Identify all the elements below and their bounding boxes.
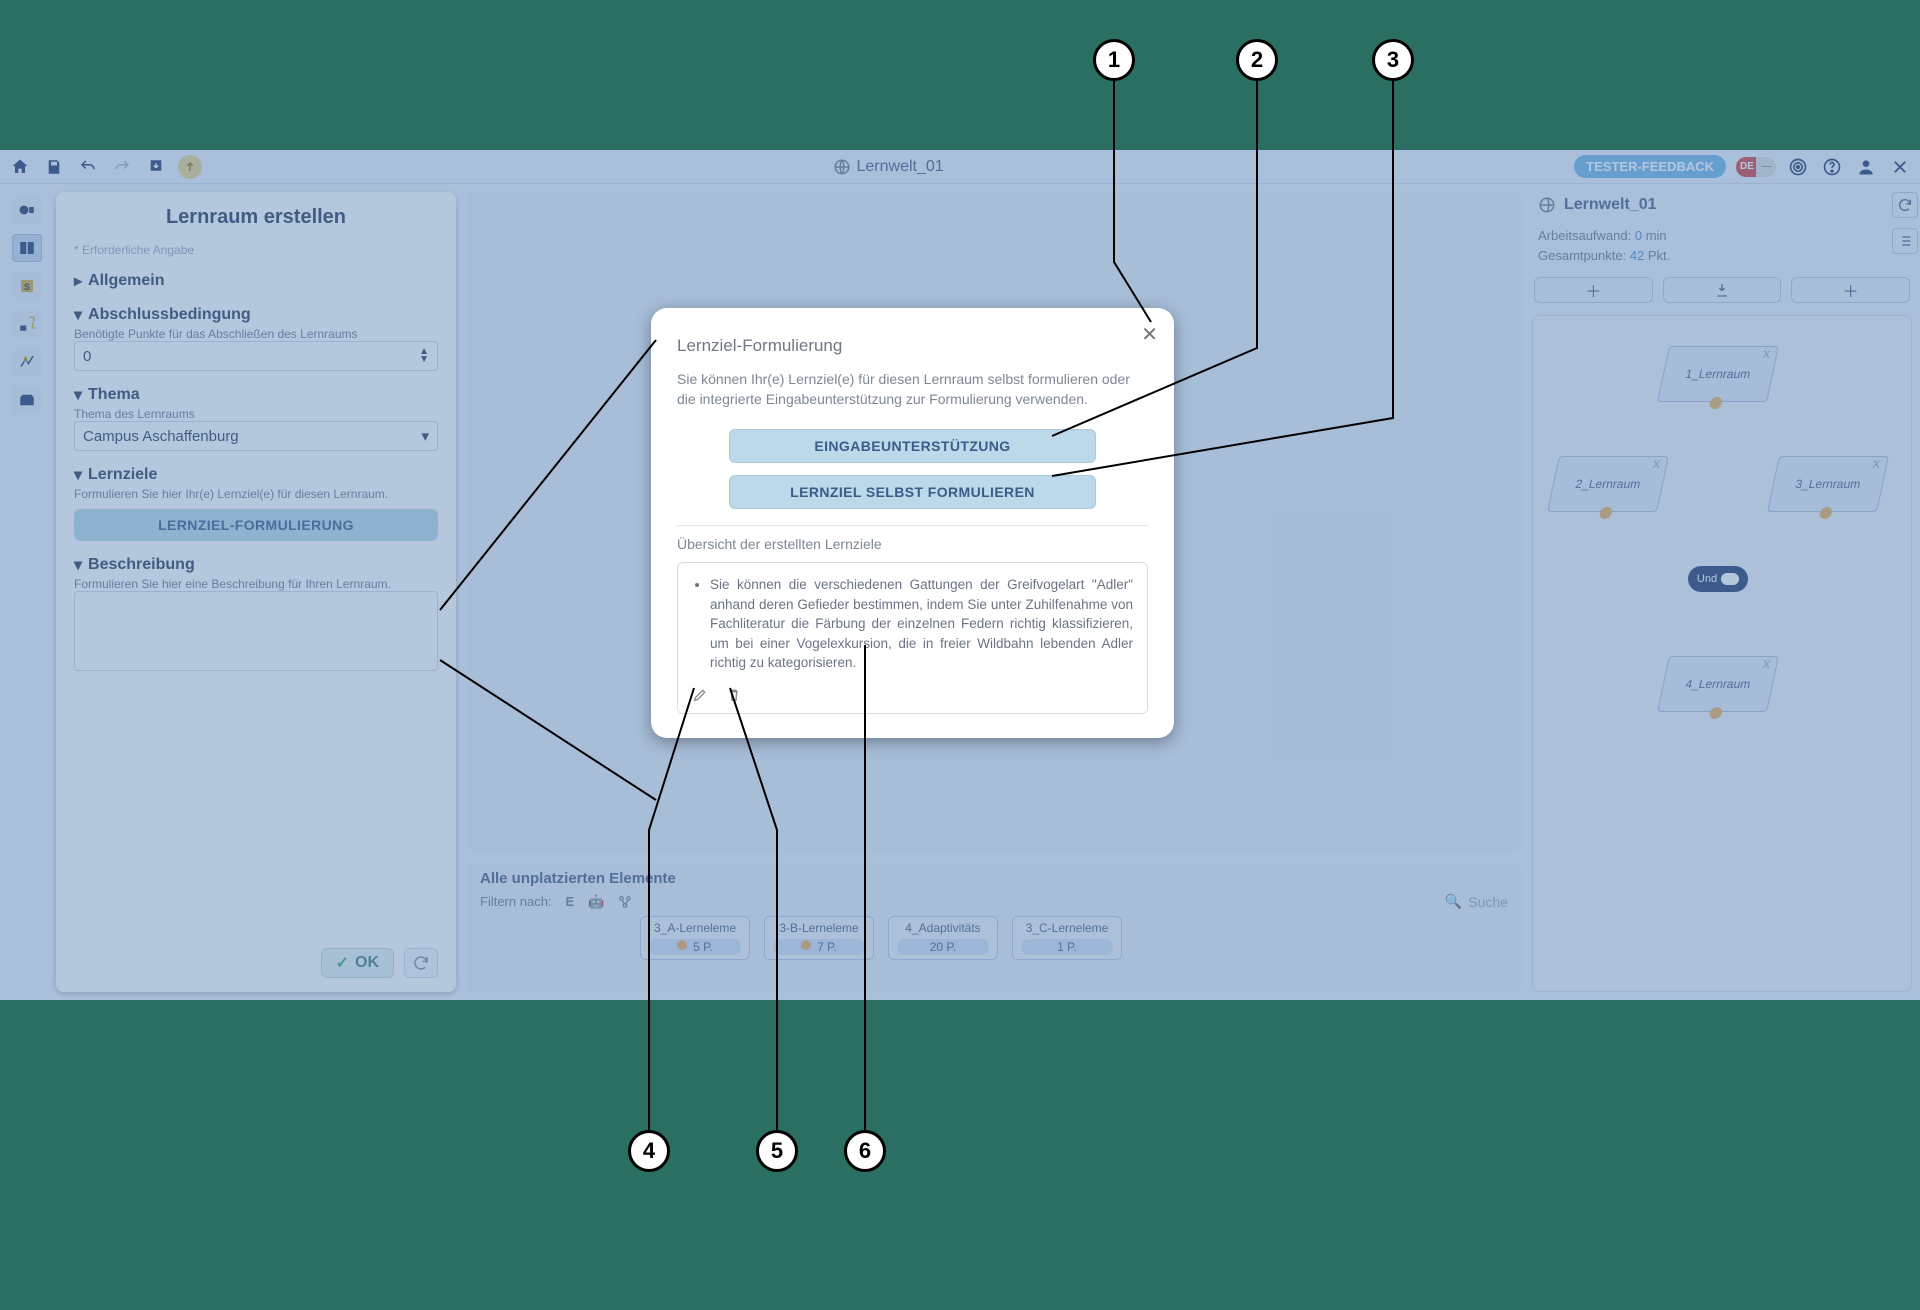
rail-archive-icon[interactable] (12, 386, 42, 414)
right-rail-refresh-icon[interactable] (1892, 192, 1918, 218)
callout-badge-6: 6 (844, 1130, 886, 1172)
section-theme[interactable]: ▾ Thema (74, 385, 438, 405)
unplaced-chip[interactable]: 3-B-Lerneleme 7 P. (764, 916, 874, 960)
user-icon[interactable] (1854, 155, 1878, 179)
svg-text:L: L (32, 322, 37, 331)
ok-button[interactable]: ✓ OK (321, 948, 394, 978)
theme-select[interactable]: Campus Aschaffenburg ▾ (74, 421, 438, 451)
section-description-sub: Formulieren Sie hier eine Beschreibung f… (74, 577, 438, 591)
topbar: Lernwelt_01 TESTER-FEEDBACK DE— (0, 150, 1920, 184)
modal-close-button[interactable]: ✕ (1141, 322, 1158, 347)
globe-icon (1538, 196, 1556, 214)
close-icon[interactable] (1888, 155, 1912, 179)
goal-modal: ✕ Lernziel-Formulierung Sie können Ihr(e… (651, 308, 1174, 738)
section-description[interactable]: ▾ Beschreibung (74, 555, 438, 575)
graph-node[interactable]: 2_LernraumX (1547, 456, 1669, 512)
points-input[interactable]: 0 ▲▼ (74, 341, 438, 371)
section-theme-sub: Thema des Lernraums (74, 407, 438, 421)
rail-room-icon[interactable] (12, 234, 42, 262)
home-icon[interactable] (8, 155, 32, 179)
svg-text:A: A (23, 355, 29, 364)
graph-add2-button[interactable]: ＋ (1791, 277, 1910, 303)
left-rail: S L A (8, 192, 46, 992)
unplaced-chips: 3_A-Lerneleme 5 P. 3-B-Lerneleme 7 P. 4_… (480, 916, 1508, 960)
graph-node[interactable]: 1_LernraumX (1657, 346, 1779, 402)
world-title: Lernwelt_01 (833, 158, 944, 176)
modal-title: Lernziel-Formulierung (677, 336, 1148, 356)
target-icon[interactable] (1786, 155, 1810, 179)
callout-badge-4: 4 (628, 1130, 670, 1172)
upload-icon[interactable] (178, 155, 202, 179)
section-general[interactable]: ▸ Allgemein (74, 271, 438, 291)
section-condition-sub: Benötigte Punkte für das Abschließen des… (74, 327, 438, 341)
search-icon: 🔍 (1445, 893, 1462, 910)
graph-import-button[interactable] (1663, 277, 1782, 303)
section-goals[interactable]: ▾ Lernziele (74, 465, 438, 485)
tester-feedback-button[interactable]: TESTER-FEEDBACK (1574, 155, 1726, 178)
chevron-right-icon: ▸ (74, 271, 82, 291)
filter-icon-branch[interactable] (618, 895, 632, 909)
save-icon[interactable] (42, 155, 66, 179)
rail-story-icon[interactable]: S (12, 272, 42, 300)
graph-add-button[interactable]: ＋ (1534, 277, 1653, 303)
unplaced-heading: Alle unplatzierten Elemente (480, 870, 1508, 887)
redo-icon[interactable] (110, 155, 134, 179)
language-badge[interactable]: DE— (1736, 157, 1776, 177)
goal-example-text: Sie können die verschiedenen Gattungen d… (710, 575, 1133, 673)
callout-badge-3: 3 (1372, 39, 1414, 81)
callout-badge-2: 2 (1236, 39, 1278, 81)
assist-button[interactable]: EINGABEUNTERSTÜTZUNG (729, 429, 1096, 463)
graph-canvas[interactable]: 1_LernraumX 2_LernraumX 3_LernraumX Und … (1532, 315, 1912, 992)
goals-formulation-button[interactable]: LERNZIEL-FORMULIERUNG (74, 509, 438, 541)
graph-hub[interactable]: Und (1688, 566, 1748, 592)
graph-node[interactable]: 3_LernraumX (1767, 456, 1889, 512)
undo-icon[interactable] (76, 155, 100, 179)
goal-example-box: Sie können die verschiedenen Gattungen d… (677, 562, 1148, 714)
rail-adaptivity-icon[interactable]: A (12, 348, 42, 376)
chevron-down-icon: ▾ (74, 305, 82, 325)
unplaced-search[interactable]: 🔍 Suche (1445, 893, 1508, 910)
trash-icon[interactable] (726, 687, 742, 703)
graph-node[interactable]: 4_LernraumX (1657, 656, 1779, 712)
filter-e[interactable]: E (566, 894, 575, 909)
filter-icon-robot[interactable]: 🤖 (588, 894, 604, 910)
required-note: * Erforderliche Angabe (74, 243, 438, 257)
download-icon[interactable] (144, 155, 168, 179)
section-condition[interactable]: ▾ Abschlussbedingung (74, 305, 438, 325)
callout-badge-5: 5 (756, 1130, 798, 1172)
unplaced-chip[interactable]: 4_Adaptivitäts 20 P. (888, 916, 998, 960)
chevron-down-icon: ▾ (74, 385, 82, 405)
svg-text:S: S (24, 282, 30, 292)
right-title: Lernwelt_01 (1532, 192, 1912, 218)
world-title-text: Lernwelt_01 (857, 158, 944, 176)
right-meta: Arbeitsaufwand: 0 min Gesamtpunkte: 42 P… (1532, 226, 1912, 265)
check-icon: ✓ (336, 953, 349, 973)
unplaced-chip[interactable]: 3_A-Lerneleme 5 P. (640, 916, 750, 960)
rail-elements-icon[interactable]: L (12, 310, 42, 338)
chevron-down-icon: ▾ (421, 427, 429, 445)
modal-intro: Sie können Ihr(e) Lernziel(e) für diesen… (677, 370, 1148, 409)
section-goals-sub: Formulieren Sie hier Ihr(e) Lernziel(e) … (74, 487, 438, 501)
refresh-button[interactable] (404, 948, 438, 978)
globe-icon (833, 158, 851, 176)
unplaced-panel: Alle unplatzierten Elemente Filtern nach… (466, 862, 1522, 992)
callout-badge-1: 1 (1093, 39, 1135, 81)
modal-overview-title: Übersicht der erstellten Lernziele (677, 536, 1148, 552)
filter-label: Filtern nach: (480, 894, 552, 909)
chevron-down-icon: ▾ (74, 555, 82, 575)
create-room-panel: Lernraum erstellen * Erforderliche Angab… (56, 192, 456, 992)
chevron-down-icon: ▾ (74, 465, 82, 485)
unplaced-chip[interactable]: 3_C-Lerneleme 1 P. (1012, 916, 1122, 960)
description-textarea[interactable] (74, 591, 438, 671)
right-rail-list-icon[interactable] (1892, 228, 1918, 254)
rail-world-icon[interactable] (12, 196, 42, 224)
self-formulate-button[interactable]: LERNZIEL SELBST FORMULIEREN (729, 475, 1096, 509)
help-icon[interactable] (1820, 155, 1844, 179)
panel-title: Lernraum erstellen (74, 206, 438, 229)
edit-icon[interactable] (692, 687, 708, 703)
